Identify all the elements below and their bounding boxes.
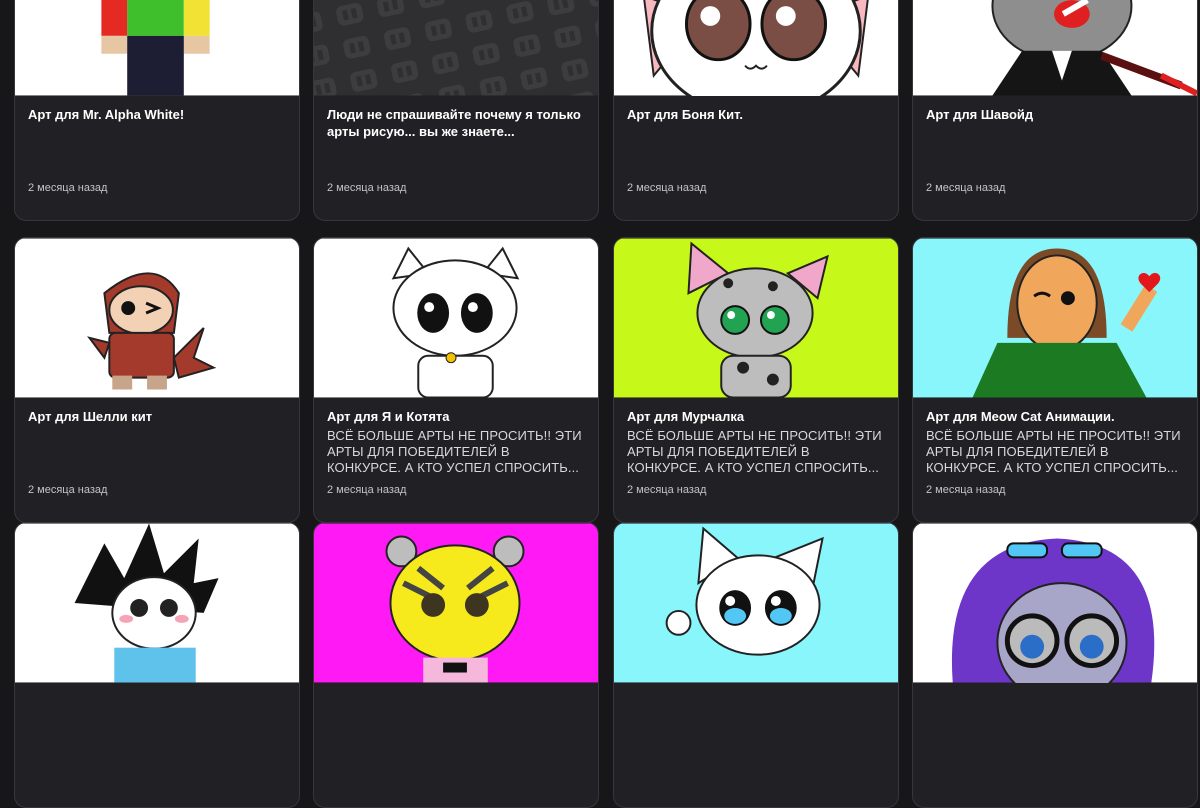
video-card-1[interactable]: Арт для Mr. Alpha White! 2 месяца назад bbox=[14, 0, 300, 221]
video-date: 2 месяца назад bbox=[926, 182, 1006, 194]
thumbnail-art-pink-cat bbox=[614, 0, 898, 96]
thumbnail-art-leopard-cat bbox=[614, 238, 898, 398]
video-title[interactable]: Люди не спрашивайте почему я только арты… bbox=[327, 106, 586, 140]
video-date: 2 месяца назад bbox=[327, 182, 407, 194]
video-description: ВСЁ БОЛЬШЕ АРТЫ НЕ ПРОСИТЬ!! ЭТИ АРТЫ ДЛ… bbox=[327, 428, 582, 475]
video-title[interactable]: Арт для Я и Котята bbox=[327, 408, 586, 425]
thumbnail-art-purple-hair-glasses bbox=[913, 523, 1197, 683]
thumbnail-art-yellow-tiger bbox=[314, 523, 598, 683]
video-date: 2 месяца назад bbox=[627, 484, 707, 496]
video-thumbnail[interactable] bbox=[314, 238, 598, 398]
video-date: 2 месяца назад bbox=[627, 182, 707, 194]
thumbnail-placeholder-pattern bbox=[314, 0, 598, 96]
video-title[interactable]: Арт для Шавойд bbox=[926, 106, 1185, 123]
video-thumbnail[interactable] bbox=[15, 238, 299, 398]
video-card-3[interactable]: Арт для Боня Кит. 2 месяца назад bbox=[613, 0, 899, 221]
video-thumbnail[interactable] bbox=[314, 523, 598, 683]
video-thumbnail[interactable] bbox=[614, 238, 898, 398]
video-description: ВСЁ БОЛЬШЕ АРТЫ НЕ ПРОСИТЬ!! ЭТИ АРТЫ ДЛ… bbox=[627, 428, 882, 475]
video-card-2[interactable]: Люди не спрашивайте почему я только арты… bbox=[313, 0, 599, 221]
thumbnail-art-blocky-character bbox=[15, 0, 299, 96]
thumbnail-art-white-cat bbox=[314, 238, 598, 398]
video-card-4[interactable]: Арт для Шавойд 2 месяца назад bbox=[912, 0, 1198, 221]
video-card-5[interactable]: Арт для Шелли кит 2 месяца назад bbox=[14, 237, 300, 523]
video-date: 2 месяца назад bbox=[926, 484, 1006, 496]
video-thumbnail[interactable] bbox=[15, 523, 299, 683]
thumbnail-art-spiky-hair bbox=[15, 523, 299, 683]
video-thumbnail[interactable] bbox=[913, 238, 1197, 398]
video-card-6[interactable]: Арт для Я и Котята ВСЁ БОЛЬШЕ АРТЫ НЕ ПР… bbox=[313, 237, 599, 523]
video-card-8[interactable]: Арт для Meow Cat Анимации. ВСЁ БОЛЬШЕ АР… bbox=[912, 237, 1198, 523]
video-card-9[interactable] bbox=[14, 522, 300, 808]
thumbnail-art-gray-suit bbox=[913, 0, 1197, 96]
video-thumbnail[interactable] bbox=[913, 523, 1197, 683]
video-title[interactable]: Арт для Боня Кит. bbox=[627, 106, 886, 123]
thumbnail-art-girl-heart bbox=[913, 238, 1197, 398]
video-title[interactable]: Арт для Mr. Alpha White! bbox=[28, 106, 287, 123]
video-title[interactable]: Арт для Meow Cat Анимации. bbox=[926, 408, 1185, 425]
video-date: 2 месяца назад bbox=[327, 484, 407, 496]
video-thumbnail[interactable] bbox=[614, 523, 898, 683]
video-card-11[interactable] bbox=[613, 522, 899, 808]
video-thumbnail[interactable] bbox=[314, 0, 598, 96]
video-thumbnail[interactable] bbox=[913, 0, 1197, 96]
video-card-7[interactable]: Арт для Мурчалка ВСЁ БОЛЬШЕ АРТЫ НЕ ПРОС… bbox=[613, 237, 899, 523]
video-title[interactable]: Арт для Мурчалка bbox=[627, 408, 886, 425]
video-thumbnail[interactable] bbox=[15, 0, 299, 96]
video-thumbnail[interactable] bbox=[614, 0, 898, 96]
video-title[interactable]: Арт для Шелли кит bbox=[28, 408, 287, 425]
video-date: 2 месяца назад bbox=[28, 484, 108, 496]
video-date: 2 месяца назад bbox=[28, 182, 108, 194]
thumbnail-art-dino-hoodie bbox=[15, 238, 299, 398]
thumbnail-art-white-cat-blue-eyes bbox=[614, 523, 898, 683]
video-description: ВСЁ БОЛЬШЕ АРТЫ НЕ ПРОСИТЬ!! ЭТИ АРТЫ ДЛ… bbox=[926, 428, 1181, 475]
video-card-10[interactable] bbox=[313, 522, 599, 808]
video-card-12[interactable] bbox=[912, 522, 1198, 808]
